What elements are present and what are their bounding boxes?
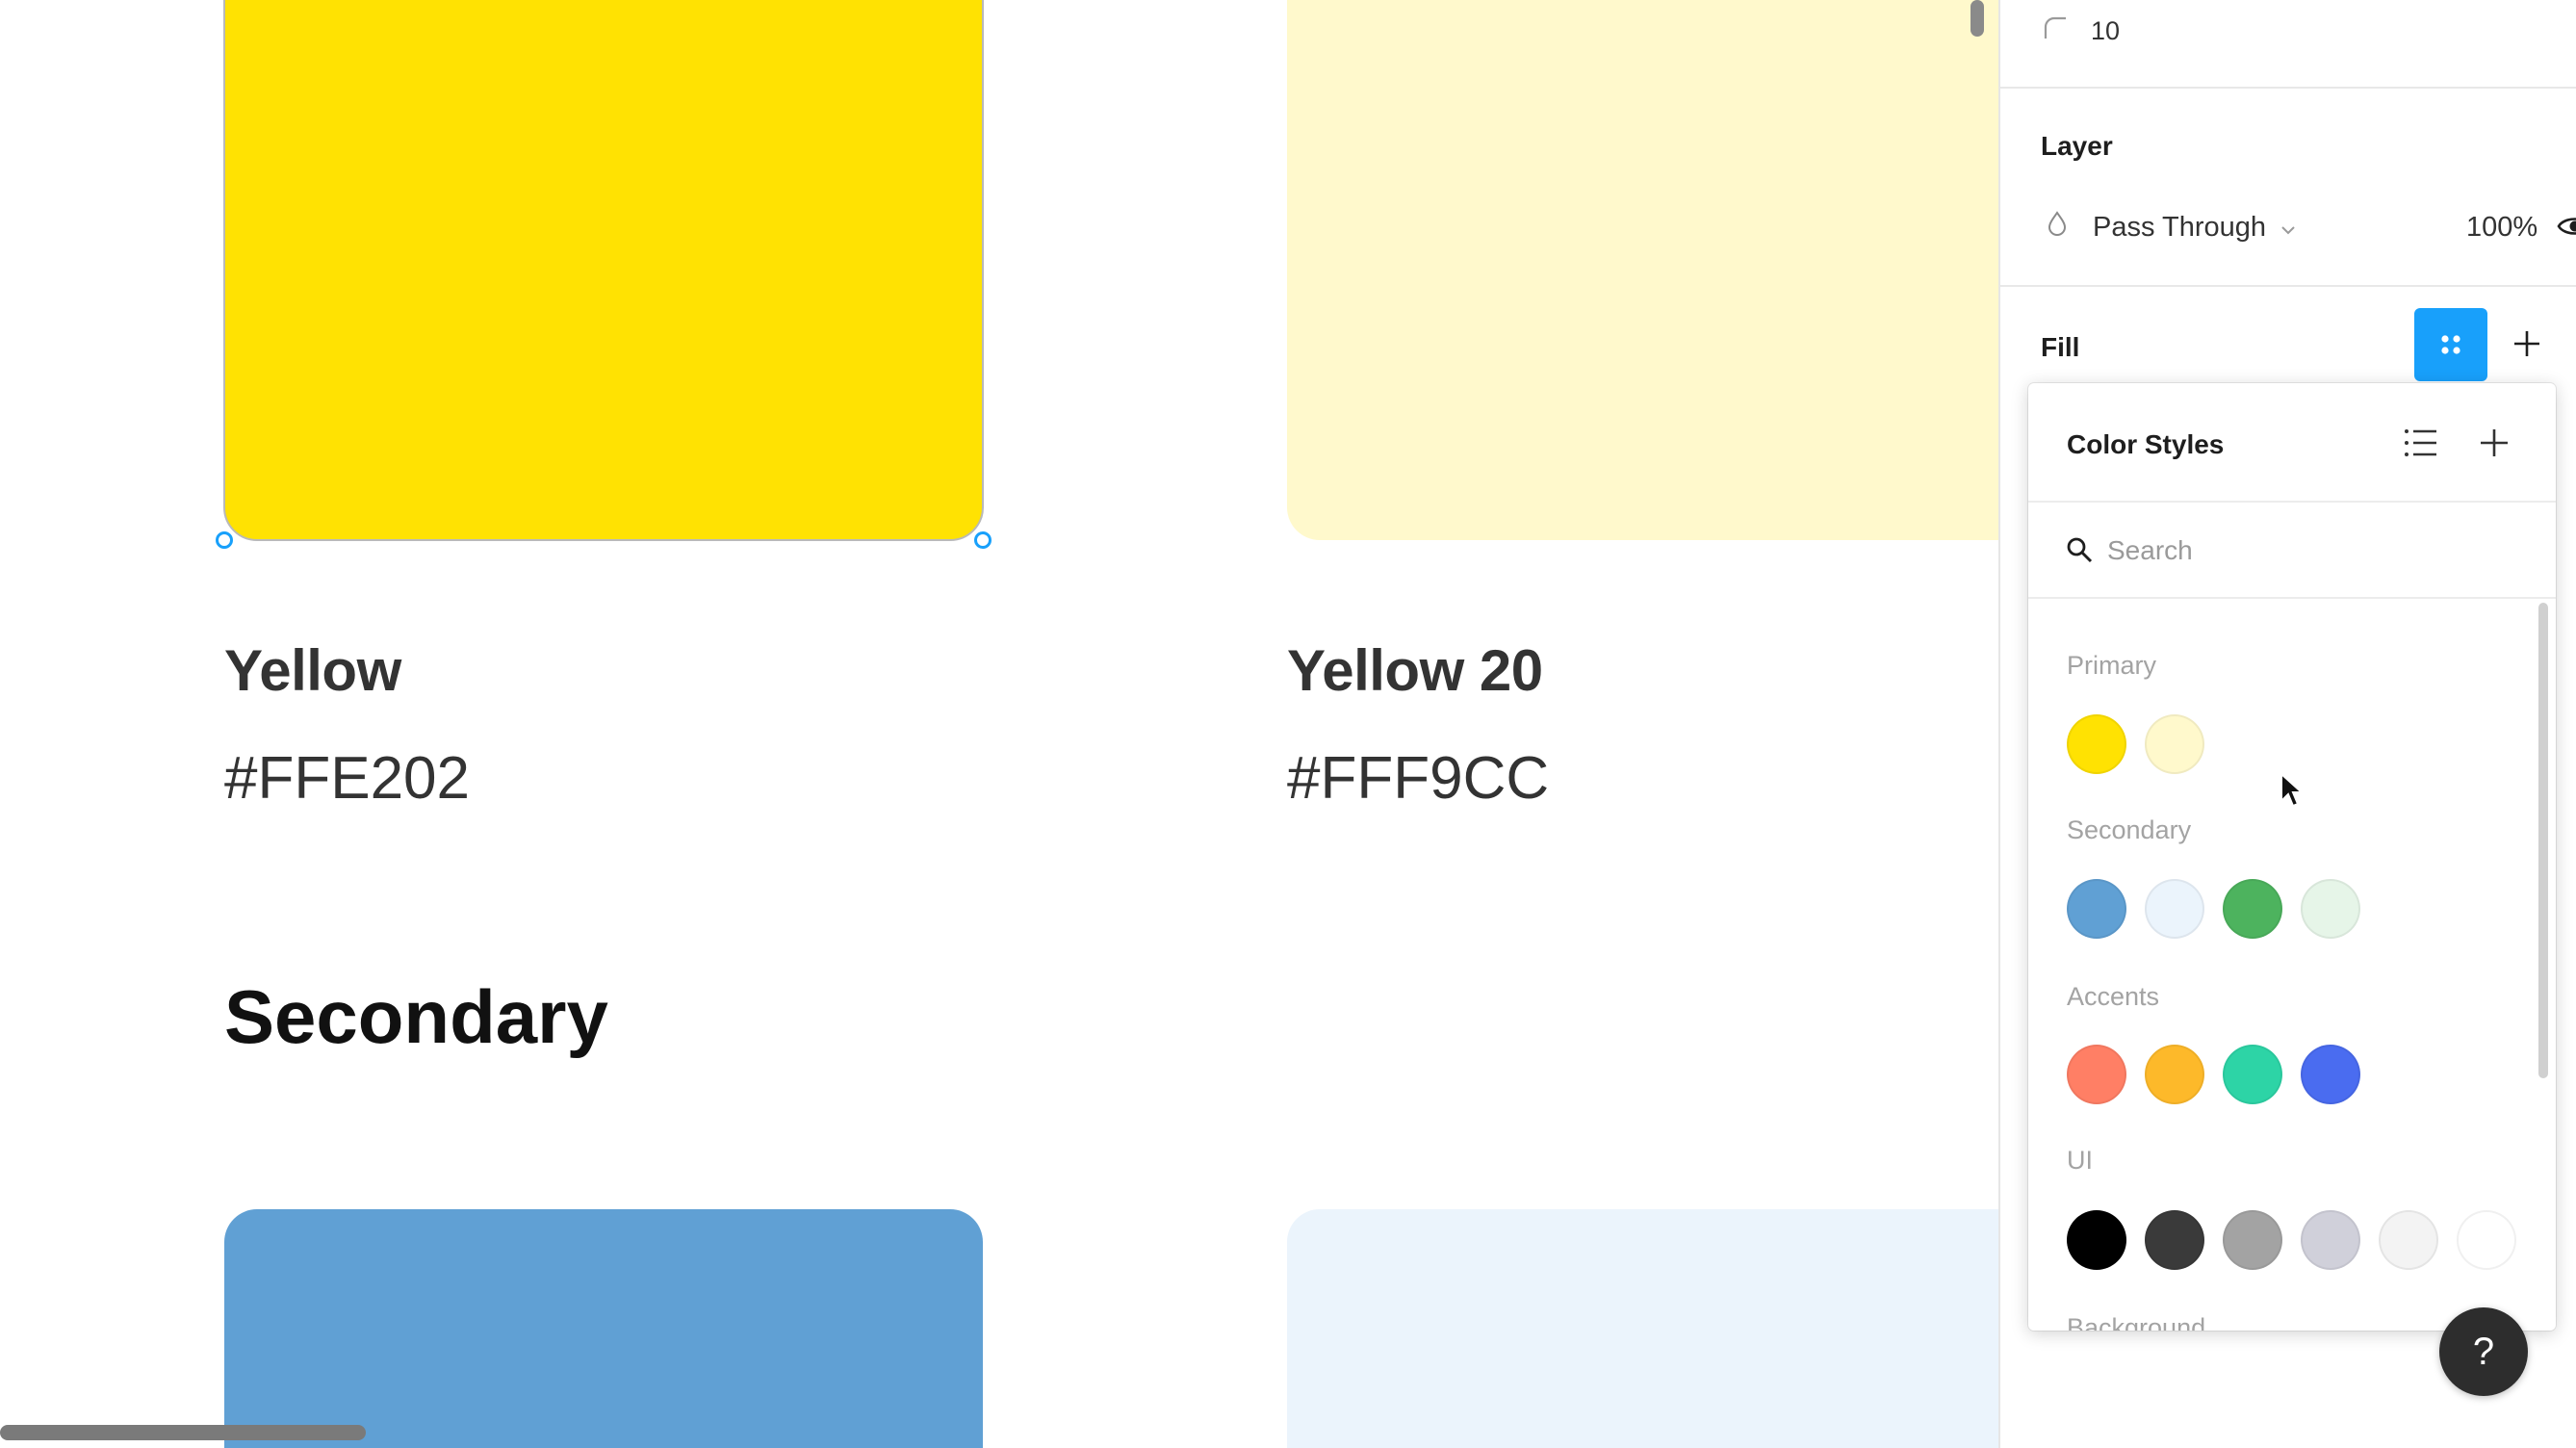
plus-icon — [2481, 429, 2508, 456]
ui-swatches — [2067, 1210, 2516, 1270]
accents-swatches — [2067, 1045, 2360, 1104]
canvas-vertical-scrollbar[interactable] — [1971, 0, 1984, 37]
style-picker-button[interactable] — [2414, 308, 2487, 381]
search-icon — [2065, 535, 2094, 569]
color-style-secondary-3[interactable] — [2223, 879, 2282, 939]
secondary-swatches — [2067, 879, 2360, 939]
swatch-name-yellow-20[interactable]: Yellow 20 — [1287, 637, 1543, 704]
color-style-primary-1[interactable] — [2067, 714, 2126, 774]
blend-mode-dropdown[interactable]: Pass Through — [2093, 212, 2266, 244]
plus-icon — [2514, 331, 2539, 356]
corner-radius-icon — [2043, 15, 2068, 47]
color-style-secondary-1[interactable] — [2067, 879, 2126, 939]
yellow-20-swatch-rectangle[interactable] — [1287, 0, 1998, 540]
corner-radius-row[interactable]: 10 — [2043, 12, 2120, 50]
color-style-secondary-4[interactable] — [2301, 879, 2360, 939]
group-label-primary: Primary — [2067, 651, 2156, 680]
group-label-background: Background — [2067, 1313, 2206, 1331]
color-style-accents-2[interactable] — [2145, 1045, 2204, 1104]
four-dots-icon — [2441, 335, 2460, 354]
group-label-accents: Accents — [2067, 982, 2160, 1011]
popover-header: Color Styles — [2028, 383, 2556, 503]
color-style-ui-2[interactable] — [2145, 1210, 2204, 1270]
primary-swatches — [2067, 714, 2204, 774]
section-divider — [2000, 285, 2576, 287]
fill-section-title: Fill — [2041, 332, 2080, 362]
mouse-cursor-icon — [2280, 771, 2305, 814]
add-fill-button[interactable] — [2511, 327, 2543, 365]
color-style-accents-3[interactable] — [2223, 1045, 2282, 1104]
color-styles-popover: Color Styles Primary Secondary Accents U… — [2028, 383, 2556, 1331]
blue-swatch-rectangle[interactable] — [224, 1209, 983, 1448]
list-view-button[interactable] — [2402, 426, 2440, 465]
color-style-ui-1[interactable] — [2067, 1210, 2126, 1270]
layer-opacity-input[interactable]: 100% — [2466, 212, 2537, 244]
group-label-ui: UI — [2067, 1146, 2093, 1175]
layer-row: Pass Through 100% — [2047, 206, 2576, 248]
swatch-hex-yellow-20[interactable]: #FFF9CC — [1287, 744, 1549, 813]
color-style-ui-6[interactable] — [2457, 1210, 2516, 1270]
list-icon — [2405, 429, 2436, 456]
eye-icon[interactable] — [2557, 214, 2576, 246]
color-style-primary-2[interactable] — [2145, 714, 2204, 774]
yellow-swatch-rectangle[interactable] — [223, 0, 984, 541]
create-style-button[interactable] — [2477, 426, 2512, 465]
chevron-down-icon[interactable] — [2280, 212, 2297, 244]
styles-search-input[interactable] — [2107, 528, 2512, 574]
color-style-secondary-2[interactable] — [2145, 879, 2204, 939]
blend-mode-icon — [2047, 210, 2068, 245]
canvas-horizontal-scrollbar[interactable] — [0, 1425, 366, 1440]
color-style-accents-1[interactable] — [2067, 1045, 2126, 1104]
swatch-hex-yellow[interactable]: #FFE202 — [224, 744, 470, 813]
corner-radius-value[interactable]: 10 — [2091, 16, 2120, 46]
design-canvas[interactable]: Yellow #FFE202 Yellow 20 #FFF9CC Seconda… — [0, 0, 1998, 1448]
selection-handle-bottom-right[interactable] — [974, 531, 992, 549]
layer-section-title: Layer — [2041, 131, 2113, 161]
color-style-ui-4[interactable] — [2301, 1210, 2360, 1270]
help-button[interactable]: ? — [2439, 1307, 2528, 1396]
swatch-name-yellow[interactable]: Yellow — [224, 637, 401, 704]
color-style-ui-5[interactable] — [2379, 1210, 2438, 1270]
styles-search-row — [2028, 503, 2556, 599]
color-style-accents-4[interactable] — [2301, 1045, 2360, 1104]
group-label-secondary: Secondary — [2067, 815, 2192, 844]
color-style-ui-3[interactable] — [2223, 1210, 2282, 1270]
popover-scrollbar[interactable] — [2538, 603, 2548, 1078]
selection-handle-bottom-left[interactable] — [216, 531, 233, 549]
popover-title: Color Styles — [2067, 429, 2225, 459]
section-heading-secondary[interactable]: Secondary — [224, 973, 608, 1061]
section-divider — [2000, 87, 2576, 89]
blue-20-swatch-rectangle[interactable] — [1287, 1209, 1998, 1448]
